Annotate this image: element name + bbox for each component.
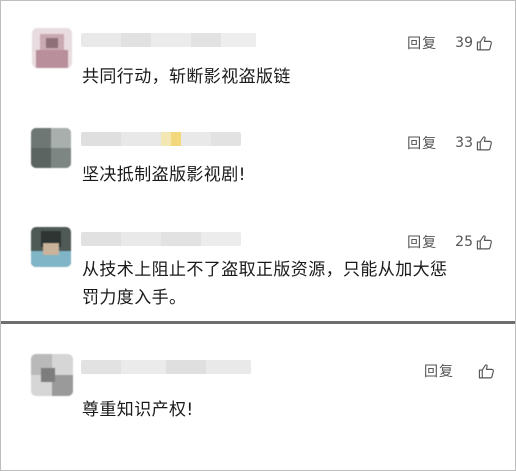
username-blurred[interactable] <box>81 132 241 146</box>
comment-meta: 回复 25 <box>407 232 493 252</box>
username-blurred[interactable] <box>81 232 241 246</box>
thumbs-up-icon[interactable] <box>478 363 495 380</box>
like-count: 33 <box>455 135 473 151</box>
comment-text: 共同行动，斩断影视盗版链 <box>82 67 291 87</box>
reply-button[interactable]: 回复 <box>407 232 437 252</box>
thumbs-up-icon[interactable] <box>476 135 493 152</box>
comment-text-line-1: 从技术上阻止不了盗取正版资源，只能从加大惩 <box>82 260 448 280</box>
comment-meta: 回复 39 <box>407 33 493 53</box>
comments-panel-top: 回复 39 共同行动，斩断影视盗版链 回复 33 坚决抵制盗版影视剧! 回复 2… <box>1 1 515 321</box>
avatar[interactable] <box>31 354 73 396</box>
avatar[interactable] <box>32 28 72 68</box>
thumbs-up-icon[interactable] <box>476 35 493 52</box>
username-blurred[interactable] <box>81 33 256 47</box>
avatar[interactable] <box>31 227 71 267</box>
comment-text-line-2: 罚力度入手。 <box>82 288 187 308</box>
reply-button[interactable]: 回复 <box>407 133 437 153</box>
reply-button[interactable]: 回复 <box>407 33 437 53</box>
avatar[interactable] <box>31 128 71 168</box>
reply-button[interactable]: 回复 <box>424 361 454 381</box>
screenshot-frame: 回复 39 共同行动，斩断影视盗版链 回复 33 坚决抵制盗版影视剧! 回复 2… <box>0 0 516 471</box>
comment-meta: 回复 <box>424 361 495 381</box>
like-count: 39 <box>455 35 473 51</box>
like-count: 25 <box>455 234 473 250</box>
comment-text: 尊重知识产权! <box>82 400 194 420</box>
thumbs-up-icon[interactable] <box>476 234 493 251</box>
comments-panel-bottom: 回复 尊重知识产权! <box>1 324 515 470</box>
username-blurred[interactable] <box>81 360 251 374</box>
comment-meta: 回复 33 <box>407 133 493 153</box>
comment-text: 坚决抵制盗版影视剧! <box>82 165 246 185</box>
